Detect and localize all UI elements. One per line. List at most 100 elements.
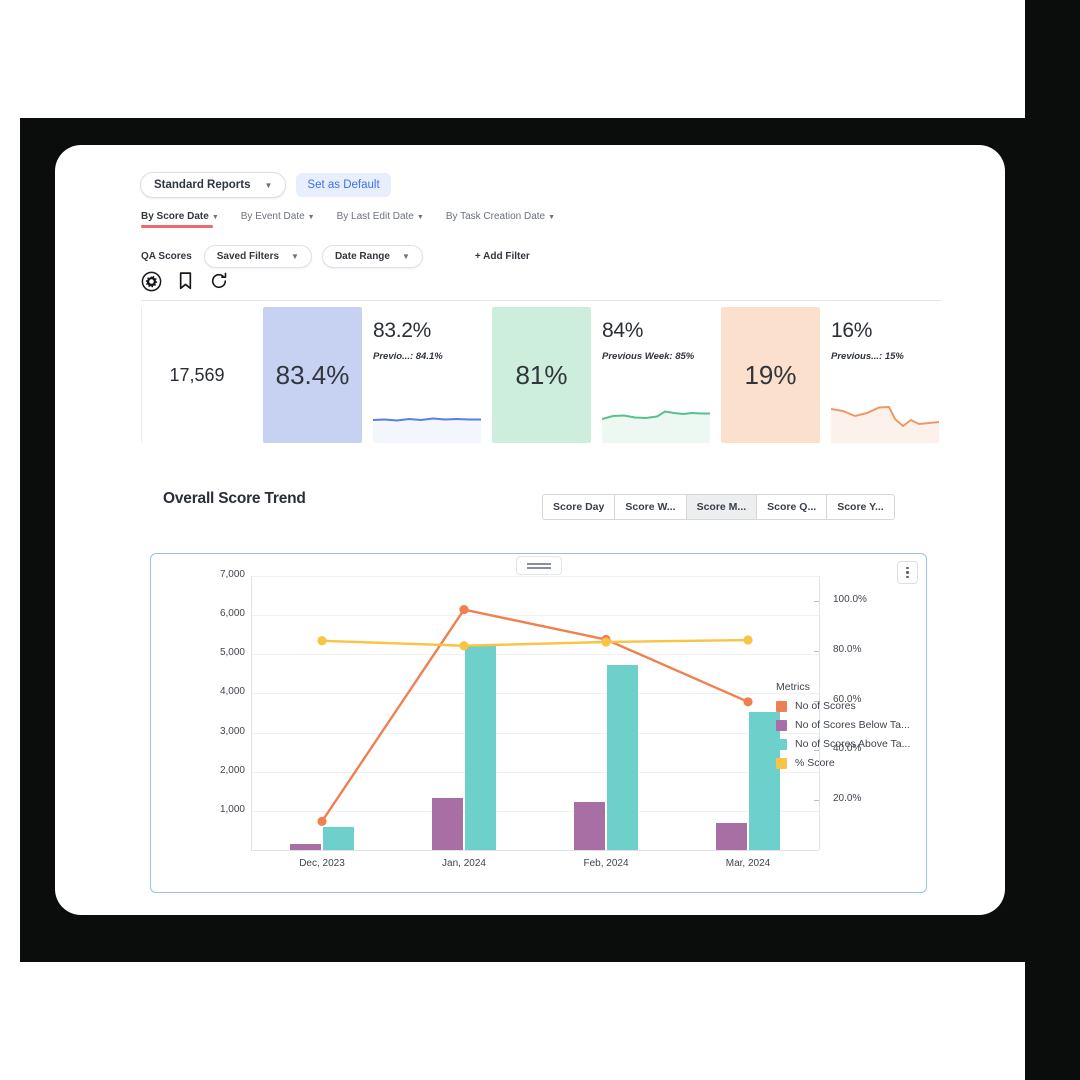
legend-swatch xyxy=(776,719,787,731)
tab-by-score-date-label: By Score Date xyxy=(141,211,209,222)
set-as-default-button[interactable]: Set as Default xyxy=(296,173,391,197)
overall-score-trend-chart-card[interactable]: 1,000 2,000 3,000 4,000 5,000 6,000 7,000 20.0%… xyxy=(150,553,927,893)
y-axis-line xyxy=(251,576,252,850)
kpi-previous-label: Previo...: 84.1% xyxy=(373,351,443,362)
bar-no-of-scores-below-ta-[interactable] xyxy=(290,843,321,850)
x-axis-line xyxy=(251,850,819,851)
refresh-history-icon[interactable] xyxy=(208,270,230,292)
filters-row: QA Scores Saved Filters ▼ Date Range ▼ +… xyxy=(141,245,530,268)
legend-swatch xyxy=(776,738,787,750)
sparkline-green xyxy=(602,410,710,443)
legend-item[interactable]: No of Scores Below Ta... xyxy=(776,719,910,731)
chart-section-title: Overall Score Trend xyxy=(163,490,306,507)
chevron-down-icon: ▼ xyxy=(548,214,556,221)
bar-no-of-scores-above-ta-[interactable] xyxy=(323,826,354,850)
legend-item[interactable]: No of Scores Above Ta... xyxy=(776,738,910,750)
legend-swatch xyxy=(776,700,787,712)
tab-by-event-date-label: By Event Date xyxy=(240,211,305,222)
score-granularity-tabs: Score Day Score W... Score M... Score Q.… xyxy=(542,494,895,520)
gridline xyxy=(251,654,819,656)
tab-by-last-edit-date[interactable]: By Last Edit Date ▼ xyxy=(337,211,446,228)
bar-no-of-scores-below-ta-[interactable] xyxy=(432,797,463,850)
bar-no-of-scores-above-ta-[interactable] xyxy=(465,644,496,850)
y2-tick-mark xyxy=(814,650,819,652)
kpi-value: 83.2% xyxy=(373,319,432,342)
chevron-down-icon: ▼ xyxy=(211,214,219,221)
y-axis-tick-label: 1,000 xyxy=(219,803,245,815)
tablet-screen: Standard Reports ▼ Set as Default By Sco… xyxy=(55,145,1005,915)
gridline xyxy=(251,732,819,734)
date-basis-tabs: By Score Date ▼ By Event Date ▼ By Last Ed… xyxy=(141,211,577,228)
bookmark-icon[interactable] xyxy=(174,270,196,292)
tab-score-month[interactable]: Score M... xyxy=(686,494,758,520)
kpi-gap xyxy=(481,307,492,443)
add-filter-button[interactable]: + Add Filter xyxy=(475,251,530,262)
standard-reports-label: Standard Reports xyxy=(154,179,251,191)
kpi-card-score-834[interactable]: 83.4% xyxy=(263,307,362,443)
standard-reports-dropdown[interactable]: Standard Reports ▼ xyxy=(140,172,287,198)
bar-no-of-scores-above-ta-[interactable] xyxy=(607,664,638,850)
tab-by-task-creation-date-label: By Task Creation Date xyxy=(445,211,546,222)
legend-item[interactable]: % Score xyxy=(776,757,910,769)
tab-by-event-date[interactable]: By Event Date ▼ xyxy=(241,211,337,228)
gridline xyxy=(251,576,819,577)
chevron-down-icon: ▼ xyxy=(401,252,410,261)
kpi-value: 83.4% xyxy=(275,359,350,390)
kpi-card-score-19[interactable]: 19% xyxy=(721,307,820,443)
y-axis-tick-label: 5,000 xyxy=(219,647,245,659)
kpi-value: 84% xyxy=(602,319,644,342)
chevron-down-icon: ▼ xyxy=(291,252,299,261)
gridline xyxy=(251,810,819,812)
date-range-dropdown[interactable]: Date Range ▼ xyxy=(321,245,423,268)
kpi-strip: 17,569 83.4% 83.2% Previo...: 84.1% 81% … xyxy=(141,307,941,443)
legend-swatch xyxy=(776,757,787,769)
x-axis-tick-label: Mar, 2024 xyxy=(725,858,771,869)
tab-by-last-edit-date-label: By Last Edit Date xyxy=(336,211,414,222)
kpi-gap xyxy=(710,307,721,443)
gridline xyxy=(251,615,819,617)
y2-tick-mark xyxy=(814,800,819,802)
toolbar-divider xyxy=(141,300,941,301)
y-axis-tick-label: 4,000 xyxy=(219,686,245,698)
tab-score-day[interactable]: Score Day xyxy=(542,494,616,520)
saved-filters-label: Saved Filters xyxy=(216,251,280,262)
tab-by-task-creation-date[interactable]: By Task Creation Date ▼ xyxy=(446,211,577,228)
kpi-card-score-16-trend[interactable]: 16% Previous...: 15% xyxy=(831,307,939,443)
gridline xyxy=(251,771,819,773)
qa-scores-label: QA Scores xyxy=(141,251,192,262)
kpi-card-score-84-trend[interactable]: 84% Previous Week: 85% xyxy=(602,307,710,443)
chart-legend: Metrics No of Scores No of Scores Below … xyxy=(776,681,910,776)
bar-no-of-scores-below-ta-[interactable] xyxy=(716,822,747,850)
y-axis-tick-label: 3,000 xyxy=(219,725,245,737)
x-axis-tick-label: Jan, 2024 xyxy=(442,858,486,869)
kpi-gap xyxy=(591,307,602,443)
report-toolbar xyxy=(140,270,230,292)
report-selector-row: Standard Reports ▼ Set as Default xyxy=(140,172,391,198)
x-axis-tick-label: Feb, 2024 xyxy=(583,858,629,869)
kpi-value: 16% xyxy=(831,319,873,342)
gridline xyxy=(251,693,819,695)
chevron-down-icon: ▼ xyxy=(307,214,315,221)
x-axis-tick-label: Dec, 2023 xyxy=(299,858,345,869)
y-axis-tick-label: 7,000 xyxy=(219,569,245,580)
kpi-card-total-scores[interactable]: 17,569 xyxy=(142,307,252,443)
y2-axis-tick-label: 100.0% xyxy=(833,593,867,605)
y2-axis-tick-label: 80.0% xyxy=(833,643,862,655)
tab-score-year[interactable]: Score Y... xyxy=(827,494,895,520)
kpi-card-score-832-trend[interactable]: 83.2% Previo...: 84.1% xyxy=(373,307,481,443)
tab-score-quarter[interactable]: Score Q... xyxy=(757,494,828,520)
settings-gear-icon[interactable] xyxy=(140,270,162,292)
saved-filters-dropdown[interactable]: Saved Filters ▼ xyxy=(203,245,312,268)
tab-by-score-date[interactable]: By Score Date ▼ xyxy=(141,211,241,228)
kpi-value: 19% xyxy=(744,359,797,390)
kpi-previous-label: Previous...: 15% xyxy=(831,351,904,362)
kpi-gap xyxy=(820,307,831,443)
legend-label: No of Scores Below Ta... xyxy=(795,719,910,731)
bar-no-of-scores-below-ta-[interactable] xyxy=(574,801,605,850)
kpi-card-score-81[interactable]: 81% xyxy=(492,307,591,443)
legend-item[interactable]: No of Scores xyxy=(776,700,910,712)
active-tab-underline xyxy=(141,225,213,228)
kpi-value: 17,569 xyxy=(169,364,225,385)
tab-score-week[interactable]: Score W... xyxy=(615,494,687,520)
legend-title: Metrics xyxy=(776,681,810,693)
